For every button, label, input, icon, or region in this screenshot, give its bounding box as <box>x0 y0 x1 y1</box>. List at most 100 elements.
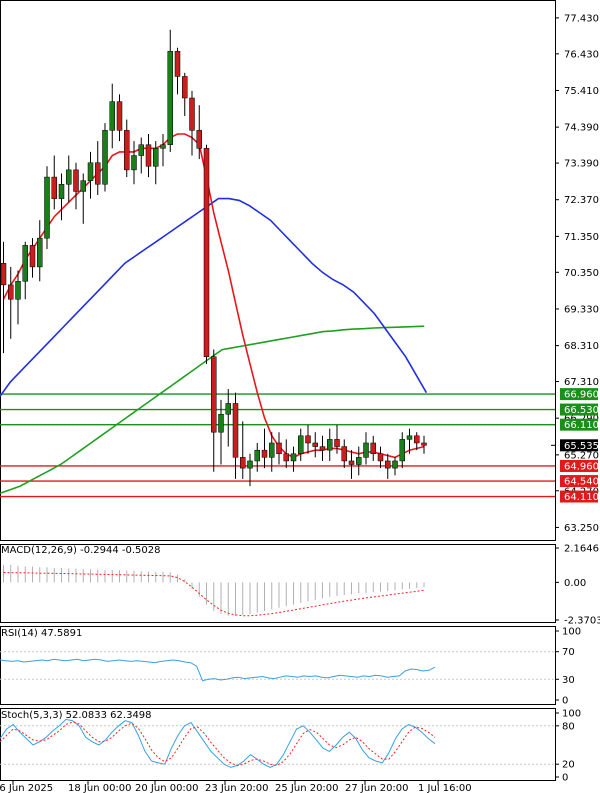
candle-body <box>109 101 115 131</box>
price-tick-label: 63.250 <box>564 523 599 534</box>
candle-body <box>211 356 217 433</box>
red-level-3-tag-label: 64.110 <box>564 492 599 503</box>
candle-body <box>298 435 304 455</box>
candle-body <box>283 453 289 462</box>
candle-body <box>95 162 101 185</box>
stoch-lines <box>0 718 436 768</box>
time-tick-label: 27 Jun 20:00 <box>345 783 409 793</box>
candle-body <box>305 435 311 444</box>
candle-body <box>160 144 166 149</box>
candle-body <box>51 176 57 199</box>
current-price-label: 65.535 <box>564 441 599 452</box>
macd-tick-label: 0.00 <box>564 578 586 589</box>
macd-tick-label: 2.1646 <box>564 544 599 555</box>
stoch-tick-label: 80 <box>562 721 575 732</box>
red-level-1-tag-label: 64.960 <box>564 461 599 472</box>
rsi-line <box>0 658 436 682</box>
candle-body <box>399 439 405 462</box>
candle-body <box>247 460 253 469</box>
red-level-2-tag-label: 64.540 <box>564 477 599 488</box>
candle-body <box>167 51 173 145</box>
macd-label: MACD(12,26,9) -0.2944 -0.5028 <box>1 545 161 556</box>
price-tick-label: 70.350 <box>564 268 599 279</box>
green-level-3-tag-label: 66.110 <box>564 420 599 431</box>
time-tick-label: 20 Jun 00:00 <box>135 783 199 793</box>
candle-body <box>414 435 420 444</box>
green-level-1-tag-label: 66.960 <box>564 390 599 401</box>
level-tags: 66.960 66.530 66.110 64.960 64.540 64.110 65.5… <box>551 388 599 503</box>
time-tick-label: 16 Jun 2025 <box>0 783 53 793</box>
price-tick-label: 77.430 <box>564 13 599 24</box>
candle-body <box>276 442 282 455</box>
candle-body <box>269 442 275 458</box>
candle-body <box>182 76 188 99</box>
forex-chart[interactable]: 77.430 76.430 75.410 74.390 73.390 72.370 71.3… <box>0 0 600 793</box>
candle-body <box>261 449 268 458</box>
rsi-guides <box>0 651 555 680</box>
candle-body <box>196 130 202 149</box>
candle-body <box>421 442 427 446</box>
candle-body <box>124 130 130 171</box>
candle-body <box>174 51 181 77</box>
macd-tick-label: -2.3703 <box>564 616 600 627</box>
candle-body <box>116 101 123 131</box>
candle-body <box>348 460 355 465</box>
candle-body <box>225 403 231 415</box>
rsi-tick-label: 30 <box>562 675 575 686</box>
price-tick-label: 74.390 <box>564 123 599 134</box>
candle-body <box>240 457 246 469</box>
candle-body <box>232 403 239 458</box>
candle-body <box>8 284 14 300</box>
candle-body <box>102 130 108 185</box>
price-tick-label: 68.310 <box>564 341 599 352</box>
candle-body <box>406 435 413 440</box>
candle-body <box>334 439 340 447</box>
candle-body <box>392 460 398 469</box>
price-tick-label: 73.390 <box>564 159 599 170</box>
stoch-tick-label: 0 <box>562 773 568 784</box>
candle-body <box>15 281 21 300</box>
candle-body <box>87 162 94 181</box>
candle-body <box>385 460 391 469</box>
price-tick-label: 75.410 <box>564 86 599 97</box>
candle-body <box>363 442 369 458</box>
candle-body <box>341 446 347 462</box>
macd-histogram <box>3 564 425 616</box>
candle-body <box>327 439 333 451</box>
rsi-axis: 100 70 30 0 <box>555 627 581 707</box>
candle-body <box>319 446 326 451</box>
stoch-guides <box>0 725 555 765</box>
time-tick-label: 18 Jun 00:00 <box>68 783 132 793</box>
time-axis: 16 Jun 2025 18 Jun 00:0020 Jun 00:00 23 Ju… <box>0 781 472 793</box>
candle-body <box>189 97 195 131</box>
candle-body <box>254 449 260 462</box>
candle-body <box>66 169 72 185</box>
candle-body <box>153 148 159 167</box>
candle-body <box>290 453 297 462</box>
candle-body <box>22 245 28 282</box>
candle-body <box>218 413 224 433</box>
rsi-tick-label: 100 <box>562 627 581 638</box>
rsi-line-path <box>0 658 436 682</box>
candle-body <box>44 176 50 239</box>
candle-body <box>312 442 318 447</box>
price-axis: 77.430 76.430 75.410 74.390 73.390 72.370 71.3… <box>555 13 599 534</box>
price-tick-label: 69.330 <box>564 304 599 315</box>
pane-frames <box>0 0 556 781</box>
stoch-main-line <box>0 718 436 768</box>
stoch-label: Stoch(5,3,3) 52.0833 62.3498 <box>1 710 152 721</box>
rsi-tick-label: 0 <box>562 696 568 707</box>
macd-axis: 2.1646 0.00 -2.3703 <box>555 544 600 627</box>
candle-body <box>29 245 36 268</box>
candle-body <box>377 453 384 462</box>
candle-body <box>131 155 137 171</box>
price-tick-label: 72.370 <box>564 195 599 206</box>
candle-body <box>145 144 152 167</box>
candle-body <box>37 237 43 268</box>
price-tick-label: 71.350 <box>564 232 599 243</box>
candle-body <box>138 144 144 156</box>
candle-body <box>203 148 210 357</box>
candle-body <box>73 169 79 192</box>
candle-body <box>58 184 65 199</box>
price-tick-label: 65.270 <box>564 450 599 461</box>
